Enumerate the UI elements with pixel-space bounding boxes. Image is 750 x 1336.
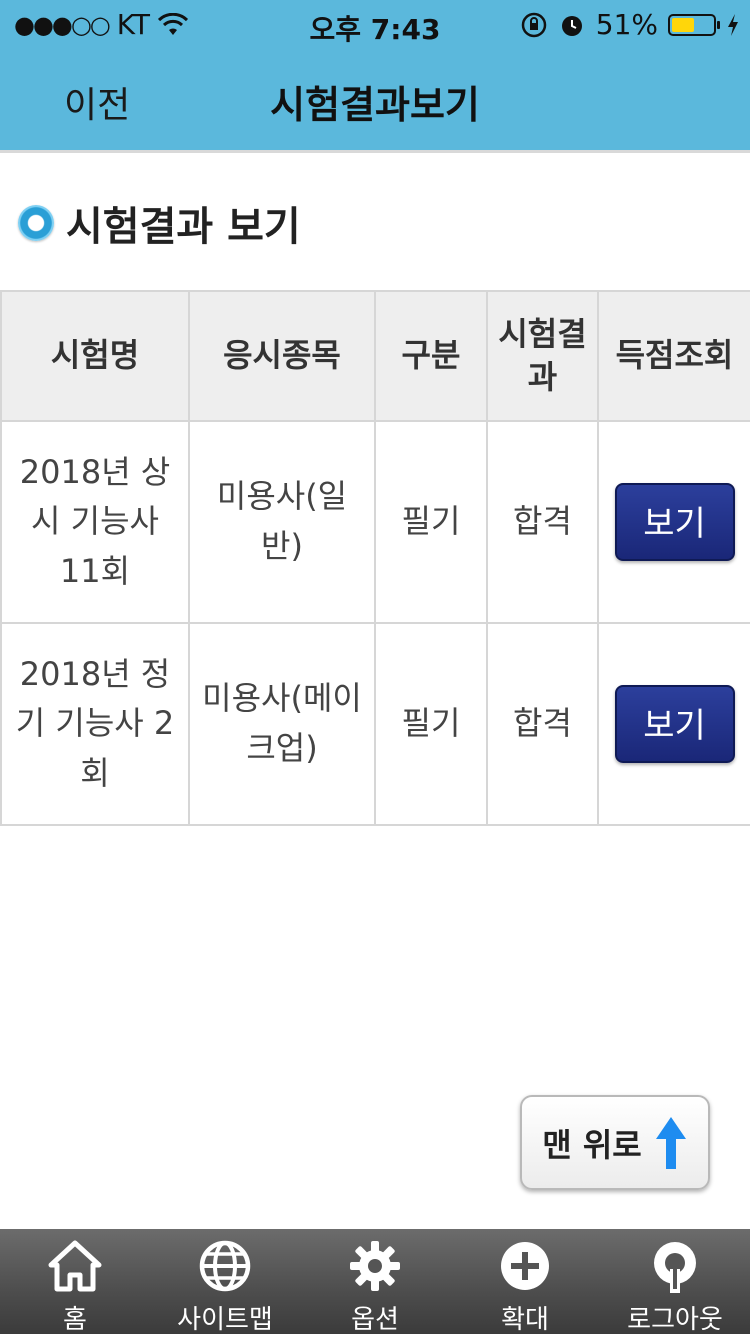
type-cell: 필기 [374,622,488,826]
exam-name-cell: 2018년 정기 기능사 2회 [0,622,190,826]
header: ●●●○○ KT 오후 7:43 51% 이전 시험결과보기 [0,0,750,150]
subject-cell: 미용사(일반) [188,420,376,624]
section-title: 시험결과 보기 [66,204,301,250]
table-row: 2018년 정기 기능사 2회 미용사(메이크업) 필기 합격 보기 [0,622,750,826]
tab-label: 로그아웃 [627,1305,723,1335]
tab-label: 사이트맵 [177,1305,273,1335]
view-score-button[interactable]: 보기 [614,685,735,763]
header-exam-name: 시험명 [0,290,190,422]
score-lookup-cell: 보기 [597,420,750,624]
tab-options[interactable]: 옵션 [300,1229,450,1335]
battery-percent: 51% [595,8,658,41]
bullet-icon [18,205,54,241]
tab-label: 확대 [501,1305,549,1335]
battery-icon [668,13,720,36]
logout-icon [654,1242,696,1293]
tab-bar: 홈 사이트맵 옵션 확대 로그아웃 [0,1229,750,1335]
type-cell: 필기 [374,420,488,624]
tab-home[interactable]: 홈 [0,1229,150,1335]
tab-zoom[interactable]: 확대 [450,1229,600,1335]
plus-icon [501,1242,549,1290]
gear-icon [350,1241,400,1291]
results-table: 시험명 응시종목 구분 시험결과 득점조회 2018년 상시 기능사 11회 미… [0,290,750,826]
charging-icon [728,13,738,36]
section-header: 시험결과 보기 [18,194,301,252]
header-divider [0,150,750,153]
view-score-button[interactable]: 보기 [614,483,735,561]
globe-icon [199,1240,251,1292]
table-row: 2018년 상시 기능사 11회 미용사(일반) 필기 합격 보기 [0,420,750,624]
tab-sitemap[interactable]: 사이트맵 [150,1229,300,1335]
home-icon [48,1240,102,1292]
result-cell: 합격 [486,420,599,624]
subject-cell: 미용사(메이크업) [188,622,376,826]
scroll-to-top-button[interactable]: 맨 위로 [520,1095,710,1190]
table-header-row: 시험명 응시종목 구분 시험결과 득점조회 [0,290,750,422]
tab-label: 옵션 [351,1305,399,1335]
orientation-lock-icon [521,12,547,37]
header-score-lookup: 득점조회 [597,290,750,422]
header-subject: 응시종목 [188,290,376,422]
exam-name-cell: 2018년 상시 기능사 11회 [0,420,190,624]
arrow-up-icon [655,1116,686,1169]
result-cell: 합격 [486,622,599,826]
header-type: 구분 [374,290,488,422]
header-result: 시험결과 [486,290,599,422]
tab-label: 홈 [63,1305,87,1335]
scroll-to-top-label: 맨 위로 [542,1125,642,1164]
alarm-icon [561,15,582,36]
score-lookup-cell: 보기 [597,622,750,826]
status-bar: ●●●○○ KT 오후 7:43 51% [0,0,750,50]
page-title: 시험결과보기 [270,83,480,127]
tab-logout[interactable]: 로그아웃 [600,1229,750,1335]
